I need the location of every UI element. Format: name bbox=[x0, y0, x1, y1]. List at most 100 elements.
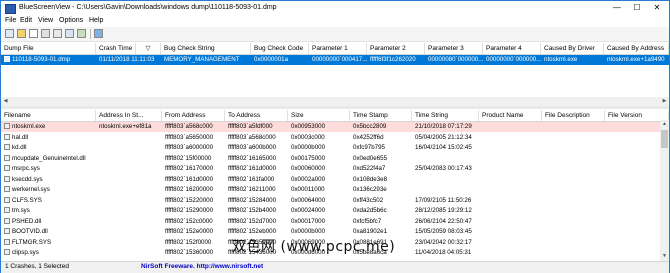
size-cell: 0x00024000 bbox=[291, 207, 326, 214]
module-file-icon bbox=[4, 196, 10, 203]
filename-cell: PSHED.dll bbox=[1, 217, 96, 227]
pane-splitter[interactable] bbox=[1, 106, 669, 109]
from-address-cell: fffff802`15290000 bbox=[165, 207, 214, 214]
window-title: BlueScreenView - C:\Users\Gavin\Download… bbox=[19, 4, 277, 11]
from-address-cell: fffff802`16170000 bbox=[165, 165, 214, 172]
to-address-cell: fffff803`a5fdf000 bbox=[228, 123, 273, 130]
module-filename: mcupdate_GenuineIntel.dll bbox=[12, 154, 86, 162]
table-row[interactable]: ntoskrnl.exe ntoskrnl.exe+ef81a fffff803`a… bbox=[1, 122, 660, 132]
from-address-cell: fffff803`a5650000 bbox=[165, 133, 214, 141]
address-in-stack-cell bbox=[96, 206, 162, 216]
scroll-up-icon[interactable]: ▲ bbox=[660, 120, 669, 129]
size-cell: 0x0000b000 bbox=[291, 144, 326, 151]
time-stamp-cell: 0xd522f4a7 bbox=[353, 165, 386, 172]
scroll-left-icon[interactable]: ◀ bbox=[1, 97, 10, 106]
html-report-icon[interactable] bbox=[65, 29, 74, 38]
time-string-cell: 21/10/2018 07:17:29 bbox=[415, 123, 472, 130]
column-time-stamp[interactable]: Time Stamp bbox=[350, 110, 412, 121]
filename-cell: BOOTVID.dll bbox=[1, 227, 96, 237]
column-time-string[interactable]: Time String bbox=[412, 110, 479, 121]
table-row[interactable]: mcupdate_GenuineIntel.dll fffff802`15f000… bbox=[1, 154, 660, 164]
table-row[interactable]: kd.dll fffff803`a6000000 fffff803`a600b000… bbox=[1, 143, 660, 153]
column-dump-file[interactable]: Dump File bbox=[1, 43, 96, 54]
parameter-1-cell: 00000000`000417... bbox=[312, 56, 367, 63]
table-row[interactable]: werkernel.sys fffff802`16200000 fffff802`1… bbox=[1, 185, 660, 195]
column-address-in-stack[interactable]: Address In St... bbox=[96, 110, 162, 121]
column-product-name[interactable]: Product Name bbox=[479, 110, 542, 121]
module-filename: CLFS.SYS bbox=[12, 196, 42, 204]
file-description-cell bbox=[542, 122, 605, 132]
find-icon[interactable] bbox=[77, 29, 86, 38]
address-in-stack-cell: ntoskrnl.exe+ef81a bbox=[99, 123, 152, 130]
menu-file[interactable]: File bbox=[5, 17, 16, 24]
column-parameter-2[interactable]: Parameter 2 bbox=[367, 43, 425, 54]
column-from-address[interactable]: From Address bbox=[162, 110, 225, 121]
time-string-cell: 26/06/2104 22:50:47 bbox=[415, 217, 472, 225]
caused-by-driver-cell: ntoskrnl.exe bbox=[544, 56, 578, 63]
minimize-button[interactable]: — bbox=[607, 1, 627, 14]
module-file-icon bbox=[4, 154, 10, 161]
menu-edit[interactable]: Edit bbox=[20, 17, 32, 24]
column-parameter-3[interactable]: Parameter 3 bbox=[425, 43, 483, 54]
column-bug-check-code[interactable]: Bug Check Code bbox=[251, 43, 309, 54]
menu-help[interactable]: Help bbox=[89, 17, 103, 24]
watermark: 双色网 (www.pcpc.me) bbox=[232, 239, 396, 255]
scroll-down-icon[interactable]: ▼ bbox=[660, 252, 669, 261]
title-bar: BlueScreenView - C:\Users\Gavin\Download… bbox=[1, 1, 669, 15]
time-string-cell: 23/04/2042 00:32:17 bbox=[415, 238, 472, 246]
file-version-cell bbox=[605, 206, 660, 216]
size-cell: 0x0002a000 bbox=[291, 175, 326, 183]
table-row[interactable]: ksecdd.sys fffff802`161d0000 fffff802`161f… bbox=[1, 175, 660, 185]
column-file-description[interactable]: File Description bbox=[542, 110, 605, 121]
scroll-right-icon[interactable]: ▶ bbox=[660, 97, 669, 106]
time-string-cell bbox=[412, 175, 479, 185]
column-crash-time[interactable]: Crash Time bbox=[96, 43, 136, 54]
column-to-address[interactable]: To Address bbox=[225, 110, 288, 121]
table-row[interactable]: tm.sys fffff802`15290000 fffff802`152b4000… bbox=[1, 206, 660, 216]
status-bar: 1 Crashes, 1 Selected NirSoft Freeware. … bbox=[1, 261, 669, 273]
from-address-cell: fffff802`16200000 bbox=[165, 186, 214, 193]
product-name-cell bbox=[479, 248, 542, 258]
properties-icon[interactable] bbox=[41, 29, 50, 38]
table-row-selected[interactable]: 110118-5093-01.dmp 01/11/2018 11:11:03 M… bbox=[1, 55, 669, 65]
exit-icon[interactable] bbox=[94, 29, 103, 38]
module-filename: ntoskrnl.exe bbox=[12, 123, 46, 130]
from-address-cell: fffff802`152f0000 bbox=[165, 238, 212, 246]
column-parameter-4[interactable]: Parameter 4 bbox=[483, 43, 541, 54]
column-size[interactable]: Size bbox=[288, 110, 350, 121]
folder-icon[interactable] bbox=[17, 29, 26, 38]
table-row[interactable]: hal.dll fffff803`a5650000 fffff803`a568c00… bbox=[1, 133, 660, 143]
column-caused-by-driver[interactable]: Caused By Driver bbox=[541, 43, 604, 54]
address-in-stack-cell bbox=[96, 143, 162, 153]
filename-cell: kd.dll bbox=[1, 143, 96, 153]
time-stamp-cell: 0x5bcc2809 bbox=[353, 123, 387, 130]
size-cell: 0x00060000 bbox=[291, 165, 326, 172]
scrollbar-thumb[interactable] bbox=[661, 130, 668, 148]
save-icon[interactable] bbox=[29, 29, 38, 38]
address-in-stack-cell bbox=[96, 227, 162, 237]
product-name-cell bbox=[479, 227, 542, 237]
filename-cell: clipsp.sys bbox=[1, 248, 96, 258]
file-version-cell bbox=[605, 164, 660, 174]
module-filename: ksecdd.sys bbox=[12, 175, 43, 183]
menu-options[interactable]: Options bbox=[59, 17, 83, 24]
menu-view[interactable]: View bbox=[38, 17, 53, 24]
address-in-stack-cell bbox=[96, 154, 162, 164]
column-bug-check-string[interactable]: Bug Check String bbox=[161, 43, 251, 54]
column-caused-by-address[interactable]: Caused By Address bbox=[604, 43, 669, 54]
copy-icon[interactable] bbox=[53, 29, 62, 38]
maximize-button[interactable]: ☐ bbox=[627, 1, 647, 14]
address-in-stack-cell bbox=[96, 185, 162, 195]
column-parameter-1[interactable]: Parameter 1 bbox=[309, 43, 367, 54]
table-row[interactable]: PSHED.dll fffff802`152c0000 fffff802`152d7… bbox=[1, 217, 660, 227]
column-filename[interactable]: Filename bbox=[1, 110, 96, 121]
table-row[interactable]: msrpc.sys fffff802`16170000 fffff802`161d0… bbox=[1, 164, 660, 174]
options-icon[interactable] bbox=[5, 29, 14, 38]
filename-cell: ntoskrnl.exe bbox=[1, 122, 96, 132]
toolbar bbox=[1, 27, 669, 42]
bottom-table-scrollbar[interactable]: ▲ ▼ bbox=[660, 120, 669, 261]
nirsoft-link[interactable]: NirSoft Freeware. http://www.nirsoft.net bbox=[141, 263, 263, 270]
close-button[interactable]: ✕ bbox=[647, 1, 667, 14]
table-row[interactable]: CLFS.SYS fffff802`15220000 fffff802`152840… bbox=[1, 196, 660, 206]
top-table-scrollbar[interactable]: ◀ ▶ bbox=[1, 97, 669, 106]
